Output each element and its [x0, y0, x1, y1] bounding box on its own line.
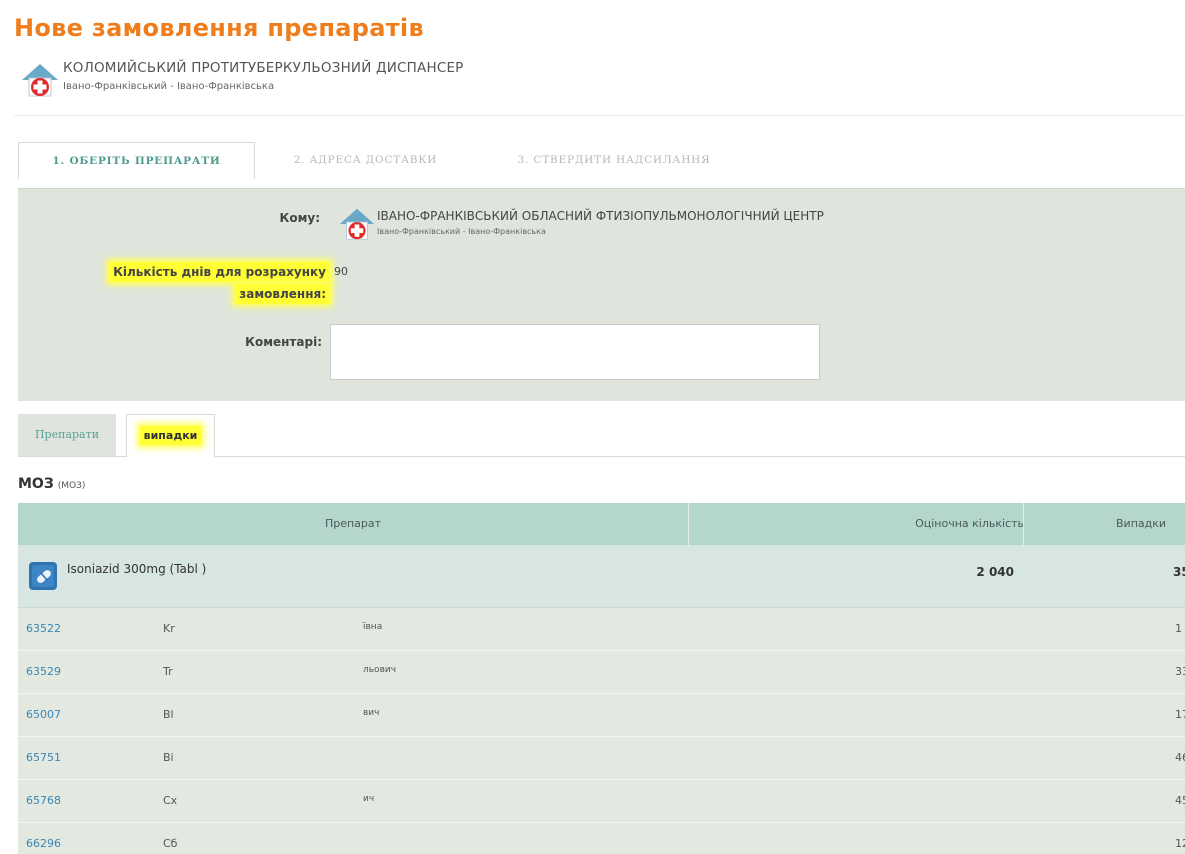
recipient-label: Кому: [279, 211, 320, 225]
table-row: 65007 Bl вич 17 [18, 694, 1185, 737]
section-subtitle: (МОЗ) [57, 481, 86, 491]
case-id-link[interactable]: 63522 [26, 622, 61, 635]
comment-field[interactable] [330, 324, 820, 380]
case-count: 1 [1175, 622, 1182, 635]
case-id-link[interactable]: 65768 [26, 794, 61, 807]
case-count: 17 [1175, 708, 1185, 721]
patient-patronymic: вич [363, 708, 380, 718]
case-count: 45 [1175, 794, 1185, 807]
tab-cases[interactable]: випадки [126, 414, 215, 458]
patient-patronymic: льович [363, 665, 397, 675]
patient-name: Bi [163, 751, 174, 764]
case-count: 46 [1175, 751, 1185, 764]
case-id-link[interactable]: 65007 [26, 708, 61, 721]
table-header: Препарат Оціночна кількість Випадки [18, 503, 1185, 546]
table-row: 65751 Bi 46 [18, 737, 1185, 780]
patient-patronymic: ич [363, 794, 375, 804]
case-count: 12 [1175, 837, 1185, 850]
drug-name: Isoniazid 300mg (Tabl ) [67, 562, 207, 576]
column-header-drug[interactable]: Препарат [18, 503, 688, 545]
comment-label: Коментарі: [245, 335, 322, 349]
recipient-name: ІВАНО-ФРАНКІВСЬКИЙ ОБЛАСНИЙ ФТИЗІОПУЛЬМО… [377, 209, 824, 223]
drug-group-row: Isoniazid 300mg (Tabl ) 2 040 35 [18, 545, 1185, 608]
page-title: Нове замовлення препаратів [14, 14, 424, 42]
divider [14, 115, 1185, 116]
tab-cases-label: випадки [139, 426, 202, 445]
order-form-panel: Кому: ІВАНО-ФРАНКІВСЬКИЙ ОБЛАСНИЙ ФТИЗІО… [18, 188, 1185, 401]
case-id-link[interactable]: 65751 [26, 751, 61, 764]
table-row: 63522 Kr ївна 1 [18, 608, 1185, 651]
days-label-line1: Кількість днів для розрахунку [109, 262, 330, 282]
case-count: 33 [1175, 665, 1185, 678]
wizard-step-delivery-address[interactable]: 2. АДРЕСА ДОСТАВКИ [258, 142, 473, 178]
red-cross-icon [22, 64, 58, 97]
wizard-step-select-drugs[interactable]: 1. ОБЕРІТЬ ПРЕПАРАТИ [18, 142, 255, 179]
org-region: Івано-Франківський - Івано-Франківська [63, 81, 275, 92]
red-cross-icon [339, 208, 375, 240]
org-name: КОЛОМИЙСЬКИЙ ПРОТИТУБЕРКУЛЬОЗНИЙ ДИСПАНС… [63, 60, 464, 76]
drug-quantity: 2 040 [976, 565, 1014, 579]
case-id-link[interactable]: 66296 [26, 837, 61, 850]
patient-patronymic: ївна [363, 622, 383, 632]
patient-name: Сб [163, 837, 178, 850]
patient-name: Kr [163, 622, 175, 635]
table-row: 63529 Tr льович 33 [18, 651, 1185, 694]
table-row: 65768 Cx ич 45 [18, 780, 1185, 823]
column-header-estimated-quantity[interactable]: Оціночна кількість [688, 503, 1024, 545]
patient-name: Tr [163, 665, 173, 678]
wizard-step-confirm-send[interactable]: 3. СТВЕРДИТИ НАДСИЛАННЯ [478, 142, 750, 178]
section-title: МОЗ (МОЗ) [18, 476, 85, 492]
patient-name: Bl [163, 708, 174, 721]
tab-drugs[interactable]: Препарати [18, 414, 116, 456]
section-title-text: МОЗ [18, 476, 54, 492]
case-id-link[interactable]: 63529 [26, 665, 61, 678]
days-label: Кількість днів для розрахунку замовлення… [64, 261, 330, 305]
cases-table: Препарат Оціночна кількість Випадки Ison… [18, 503, 1185, 854]
column-header-cases[interactable]: Випадки [1040, 503, 1185, 545]
pill-icon[interactable] [28, 561, 58, 591]
drug-cases: 35 [1173, 565, 1185, 579]
days-label-line2: замовлення: [235, 284, 330, 304]
recipient-region: Івано-Франківський - Івано-Франківська [377, 227, 546, 236]
table-row: 66296 Сб 12 [18, 823, 1185, 854]
patient-name: Cx [163, 794, 178, 807]
tab-bar: Препарати випадки [18, 414, 1185, 458]
days-value: 90 [334, 265, 348, 278]
edge-mark [1177, 20, 1185, 38]
